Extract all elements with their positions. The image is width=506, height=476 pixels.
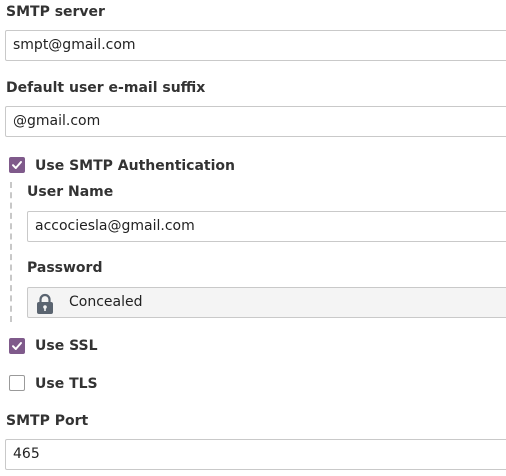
smtp-port-label: SMTP Port [6, 413, 89, 429]
smtp-server-label: SMTP server [6, 4, 105, 20]
email-suffix-label: Default user e-mail suffix [6, 80, 206, 96]
user-name-input[interactable]: accociesla@gmail.com [27, 211, 506, 242]
checkmark-icon [12, 342, 22, 350]
lock-icon [36, 293, 54, 317]
user-name-label: User Name [27, 184, 114, 200]
smtp-server-input[interactable]: smpt@gmail.com [5, 30, 506, 61]
auth-section-guide [10, 182, 12, 322]
password-value: Concealed [69, 294, 143, 310]
password-field[interactable]: Concealed [27, 287, 506, 318]
use-ssl-checkbox[interactable] [9, 338, 25, 354]
email-suffix-input[interactable]: @gmail.com [5, 106, 506, 137]
checkmark-icon [12, 161, 22, 169]
use-tls-checkbox[interactable] [9, 375, 25, 391]
password-label: Password [27, 260, 103, 276]
smtp-auth-checkbox[interactable] [9, 157, 25, 173]
smtp-port-input[interactable]: 465 [5, 439, 506, 470]
smtp-auth-label: Use SMTP Authentication [35, 158, 236, 174]
use-ssl-label: Use SSL [35, 338, 98, 354]
use-tls-label: Use TLS [35, 376, 98, 392]
